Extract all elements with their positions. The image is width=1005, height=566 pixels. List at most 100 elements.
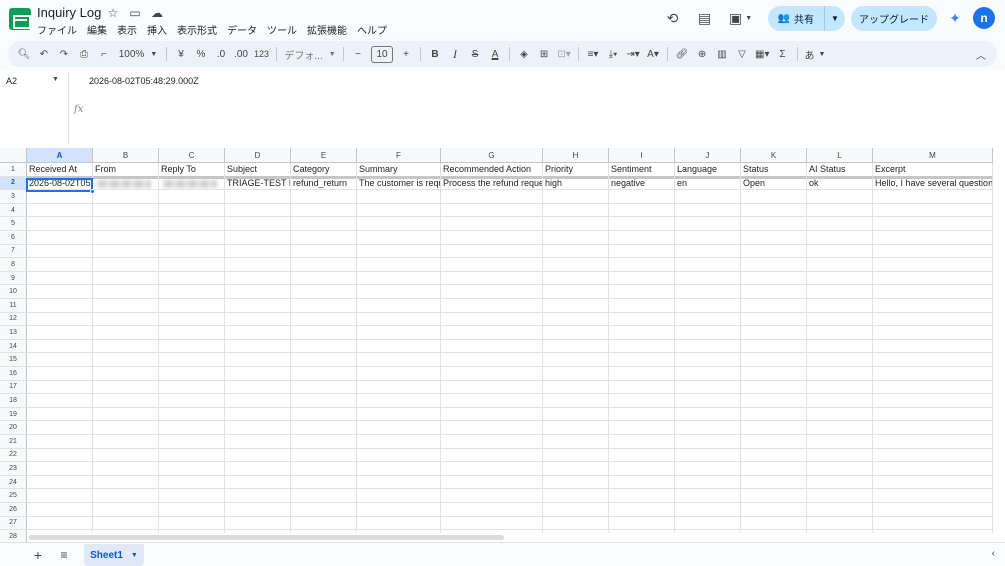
upgrade-button[interactable]: アップグレード [851, 5, 937, 31]
text-color-icon[interactable]: A [485, 43, 505, 65]
borders-icon[interactable]: ⊞ [534, 43, 554, 65]
chevron-down-icon[interactable]: ▼ [131, 552, 138, 559]
horizontal-align-icon[interactable]: ≡▾ [583, 43, 603, 65]
cell-e2[interactable]: refund_return [291, 176, 357, 191]
cell-f25[interactable] [357, 489, 441, 503]
row-header-12[interactable]: 12 [0, 312, 27, 327]
cell-a17[interactable] [27, 380, 93, 395]
filter-views-icon[interactable]: ▦▾ [752, 43, 772, 65]
cell-d21[interactable] [225, 435, 291, 449]
cell-d2[interactable]: TRIAGE-TEST L [225, 176, 291, 191]
cell-m15[interactable] [873, 353, 993, 367]
cell-i12[interactable] [609, 312, 675, 327]
cell-b8[interactable] [93, 258, 159, 272]
cell-e25[interactable] [291, 489, 357, 503]
menu-file[interactable]: ファイル [37, 22, 77, 37]
cell-c20[interactable] [159, 421, 225, 435]
paint-format-icon[interactable]: ⌐ [94, 43, 114, 65]
cell-c12[interactable] [159, 312, 225, 327]
cell-m25[interactable] [873, 489, 993, 503]
percent-format-button[interactable]: % [191, 43, 211, 65]
star-icon[interactable]: ☆ [106, 6, 120, 20]
row-header-18[interactable]: 18 [0, 394, 27, 408]
cell-b4[interactable] [93, 203, 159, 218]
cell-l20[interactable] [807, 421, 873, 435]
sheets-logo-icon[interactable] [9, 8, 31, 30]
cell-l24[interactable] [807, 475, 873, 490]
cell-k8[interactable] [741, 258, 807, 272]
cell-h25[interactable] [543, 489, 609, 503]
cell-d6[interactable] [225, 231, 291, 245]
hide-menus-icon[interactable]: ︿ [971, 43, 991, 65]
cell-e19[interactable] [291, 407, 357, 422]
menu-tools[interactable]: ツール [267, 22, 297, 37]
cell-i25[interactable] [609, 489, 675, 503]
cell-e13[interactable] [291, 326, 357, 340]
cell-g6[interactable] [441, 231, 543, 245]
cell-a22[interactable] [27, 448, 93, 463]
cell-f8[interactable] [357, 258, 441, 272]
cell-g8[interactable] [441, 258, 543, 272]
cell-e10[interactable] [291, 285, 357, 299]
cell-f5[interactable] [357, 217, 441, 231]
cell-a19[interactable] [27, 407, 93, 422]
cell-h5[interactable] [543, 217, 609, 231]
cell-b7[interactable] [93, 244, 159, 259]
cell-d22[interactable] [225, 448, 291, 463]
cell-c21[interactable] [159, 435, 225, 449]
column-header-m[interactable]: M [873, 148, 993, 163]
cell-m24[interactable] [873, 475, 993, 490]
cell-d7[interactable] [225, 244, 291, 259]
cell-j16[interactable] [675, 367, 741, 381]
cell-k17[interactable] [741, 380, 807, 395]
cell-d24[interactable] [225, 475, 291, 490]
cell-h16[interactable] [543, 367, 609, 381]
cell-i21[interactable] [609, 435, 675, 449]
increase-decimal-button[interactable]: .00 [231, 43, 251, 65]
cell-i27[interactable] [609, 516, 675, 531]
cell-h14[interactable] [543, 339, 609, 354]
cell-j13[interactable] [675, 326, 741, 340]
cell-a24[interactable] [27, 475, 93, 490]
row-header-8[interactable]: 8 [0, 258, 27, 272]
cell-g23[interactable] [441, 462, 543, 476]
cell-f4[interactable] [357, 203, 441, 218]
menu-data[interactable]: データ [227, 22, 257, 37]
cell-i23[interactable] [609, 462, 675, 476]
cell-e11[interactable] [291, 299, 357, 313]
cell-h8[interactable] [543, 258, 609, 272]
cell-a5[interactable] [27, 217, 93, 231]
cell-h21[interactable] [543, 435, 609, 449]
cell-j2[interactable]: en [675, 176, 741, 191]
cell-k12[interactable] [741, 312, 807, 327]
cell-l14[interactable] [807, 339, 873, 354]
cell-m16[interactable] [873, 367, 993, 381]
cell-k26[interactable] [741, 503, 807, 517]
cell-g17[interactable] [441, 380, 543, 395]
cell-j23[interactable] [675, 462, 741, 476]
cell-f17[interactable] [357, 380, 441, 395]
cell-b12[interactable] [93, 312, 159, 327]
merge-cells-icon[interactable]: ⊡▾ [554, 43, 574, 65]
cell-m8[interactable] [873, 258, 993, 272]
folder-move-icon[interactable]: ▭ [128, 6, 142, 20]
cell-l22[interactable] [807, 448, 873, 463]
cell-m27[interactable] [873, 516, 993, 531]
cell-f10[interactable] [357, 285, 441, 299]
cell-c6[interactable] [159, 231, 225, 245]
cell-d5[interactable] [225, 217, 291, 231]
column-header-j[interactable]: J [675, 148, 741, 163]
input-tools-button[interactable]: あ ▼ [802, 43, 829, 65]
cell-m7[interactable] [873, 244, 993, 259]
cell-k4[interactable] [741, 203, 807, 218]
cell-b6[interactable] [93, 231, 159, 245]
cell-f9[interactable] [357, 271, 441, 286]
cell-l6[interactable] [807, 231, 873, 245]
cell-m12[interactable] [873, 312, 993, 327]
cell-a18[interactable] [27, 394, 93, 408]
vertical-align-icon[interactable]: ⤓▾ [603, 43, 623, 65]
cell-m3[interactable] [873, 190, 993, 204]
cell-k9[interactable] [741, 271, 807, 286]
cell-a9[interactable] [27, 271, 93, 286]
cell-j27[interactable] [675, 516, 741, 531]
